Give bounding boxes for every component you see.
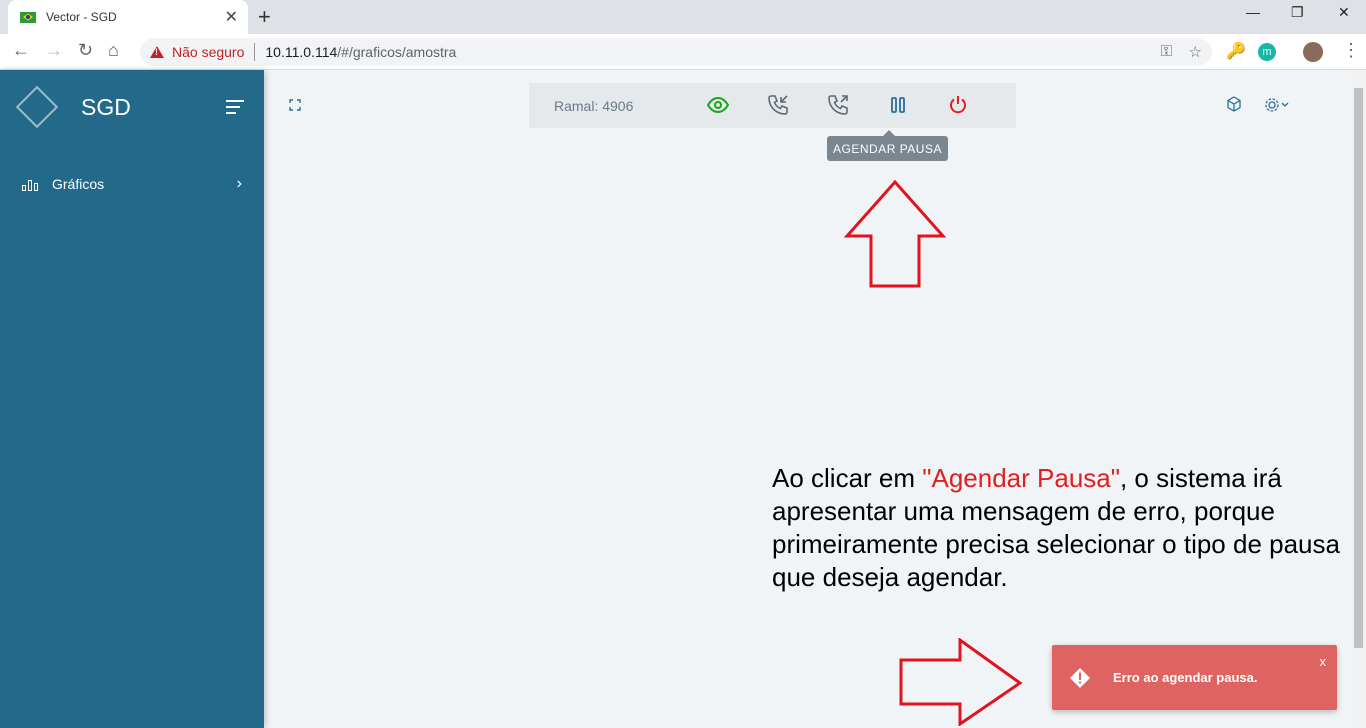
pause-icon[interactable] (886, 93, 910, 117)
extension-m-icon[interactable]: m (1258, 43, 1276, 61)
forward-icon[interactable]: → (45, 40, 63, 61)
url-path: /#/graficos/amostra (337, 44, 457, 60)
profile-avatar[interactable] (1303, 42, 1323, 62)
extension-key-icon[interactable]: 🔑 (1226, 41, 1246, 60)
error-toast: Erro ao agendar pausa. x (1052, 645, 1337, 710)
reload-icon[interactable]: ↻ (78, 40, 93, 61)
annotation-highlight: "Agendar Pausa" (922, 463, 1120, 493)
home-icon[interactable]: ⌂ (108, 40, 119, 61)
annotation-right-arrow (899, 638, 1023, 726)
bar-chart-icon (22, 178, 38, 191)
toast-message: Erro ao agendar pausa. (1113, 670, 1258, 685)
agendar-pausa-tooltip: AGENDAR PAUSA (827, 130, 948, 161)
tab-title: Vector - SGD (46, 10, 117, 24)
browser-toolbar: ← → ↻ ⌂ Não seguro 10.11.0.114 /#/grafic… (0, 34, 1366, 70)
ramal-label: Ramal: 4906 (554, 98, 634, 114)
settings-gear-icon[interactable] (1264, 96, 1292, 114)
outgoing-call-icon[interactable] (826, 93, 850, 117)
warning-icon (150, 46, 164, 58)
sidebar-item-graficos[interactable]: Gráficos › (0, 170, 264, 198)
power-icon[interactable] (946, 93, 970, 117)
cube-icon[interactable] (1226, 96, 1242, 114)
error-diamond-icon (1070, 668, 1090, 688)
sidebar-item-label: Gráficos (52, 176, 105, 192)
annotation-text: Ao clicar em "Agendar Pausa", o sistema … (772, 462, 1352, 594)
logo-diamond-icon (15, 85, 59, 129)
toast-close-button[interactable]: x (1320, 654, 1327, 669)
tab-close-icon[interactable]: ✕ (225, 7, 238, 27)
star-icon[interactable]: ☆ (1189, 43, 1202, 61)
browser-tab[interactable]: Vector - SGD ✕ (8, 0, 248, 34)
close-window-icon[interactable]: ✕ (1338, 4, 1350, 21)
back-icon[interactable]: ← (12, 40, 30, 61)
browser-tab-bar: Vector - SGD ✕ + — ❐ ✕ (0, 0, 1366, 34)
address-bar[interactable]: Não seguro 10.11.0.114 /#/graficos/amost… (140, 38, 1212, 66)
chevron-right-icon: › (236, 175, 242, 192)
brand-title: SGD (81, 94, 131, 120)
brazil-flag-icon (20, 11, 36, 23)
minimize-icon[interactable]: — (1246, 4, 1260, 20)
url-divider (254, 43, 256, 61)
annotation-up-arrow (844, 180, 946, 288)
incoming-call-icon[interactable] (766, 93, 790, 117)
page-scrollbar[interactable] (1351, 70, 1366, 728)
browser-menu-icon[interactable]: ⋮ (1342, 40, 1360, 61)
scrollbar-thumb[interactable] (1354, 88, 1363, 648)
restore-icon[interactable]: ❐ (1291, 4, 1304, 21)
fullscreen-icon[interactable] (289, 99, 301, 111)
security-label[interactable]: Não seguro (172, 44, 244, 60)
url-host: 10.11.0.114 (265, 44, 338, 60)
sidebar: SGD Gráficos › (0, 70, 264, 728)
key-icon[interactable]: ⚿ (1161, 43, 1172, 60)
annotation-part1: Ao clicar em (772, 463, 923, 493)
new-tab-button[interactable]: + (258, 4, 271, 30)
call-control-bar: Ramal: 4906 (529, 83, 1016, 128)
eye-icon[interactable] (706, 93, 730, 117)
menu-toggle-icon[interactable] (226, 100, 244, 118)
